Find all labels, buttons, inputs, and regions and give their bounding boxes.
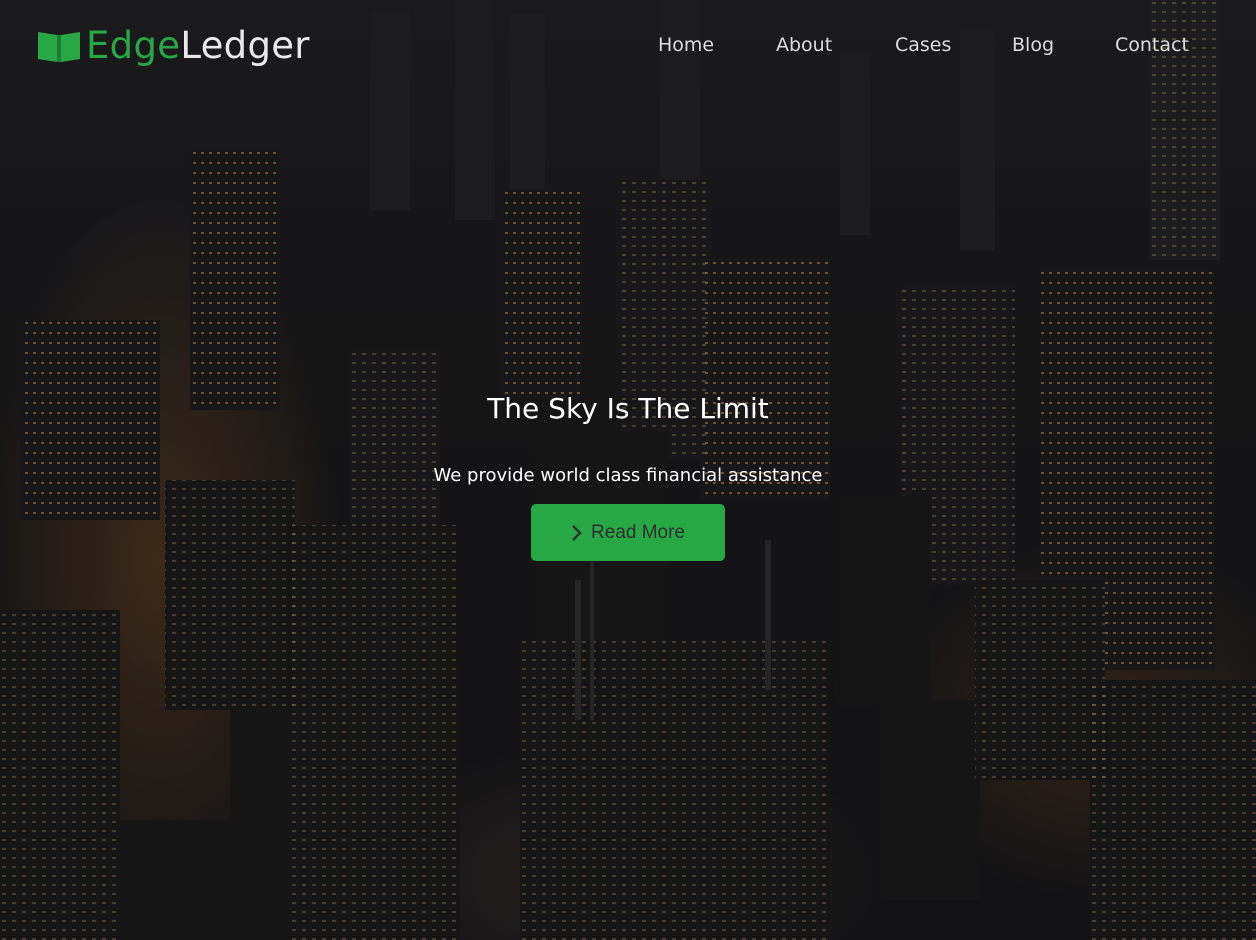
chevron-right-icon <box>572 524 582 541</box>
nav-about[interactable]: About <box>776 30 832 60</box>
hero-subline: We provide world class financial assista… <box>433 465 823 486</box>
nav-contact[interactable]: Contact <box>1115 30 1189 60</box>
read-more-label: Read More <box>591 521 685 543</box>
brand-name-edge: Edge <box>86 24 181 67</box>
read-more-button[interactable]: Read More <box>531 504 725 561</box>
brand-name-ledger: Ledger <box>180 24 310 67</box>
brand-logo[interactable]: EdgeLedger <box>36 24 310 68</box>
nav-cases[interactable]: Cases <box>895 30 951 60</box>
open-book-icon <box>38 32 80 62</box>
hero-headline: The Sky Is The Limit <box>487 392 769 425</box>
navbar: EdgeLedger Home About Cases Blog Contact <box>0 0 1256 92</box>
brand-name: EdgeLedger <box>86 24 310 68</box>
hero-content: The Sky Is The Limit We provide world cl… <box>0 386 1256 561</box>
nav-home[interactable]: Home <box>658 30 714 60</box>
hero-section: EdgeLedger Home About Cases Blog Contact… <box>0 0 1256 940</box>
nav-blog[interactable]: Blog <box>1012 30 1054 60</box>
